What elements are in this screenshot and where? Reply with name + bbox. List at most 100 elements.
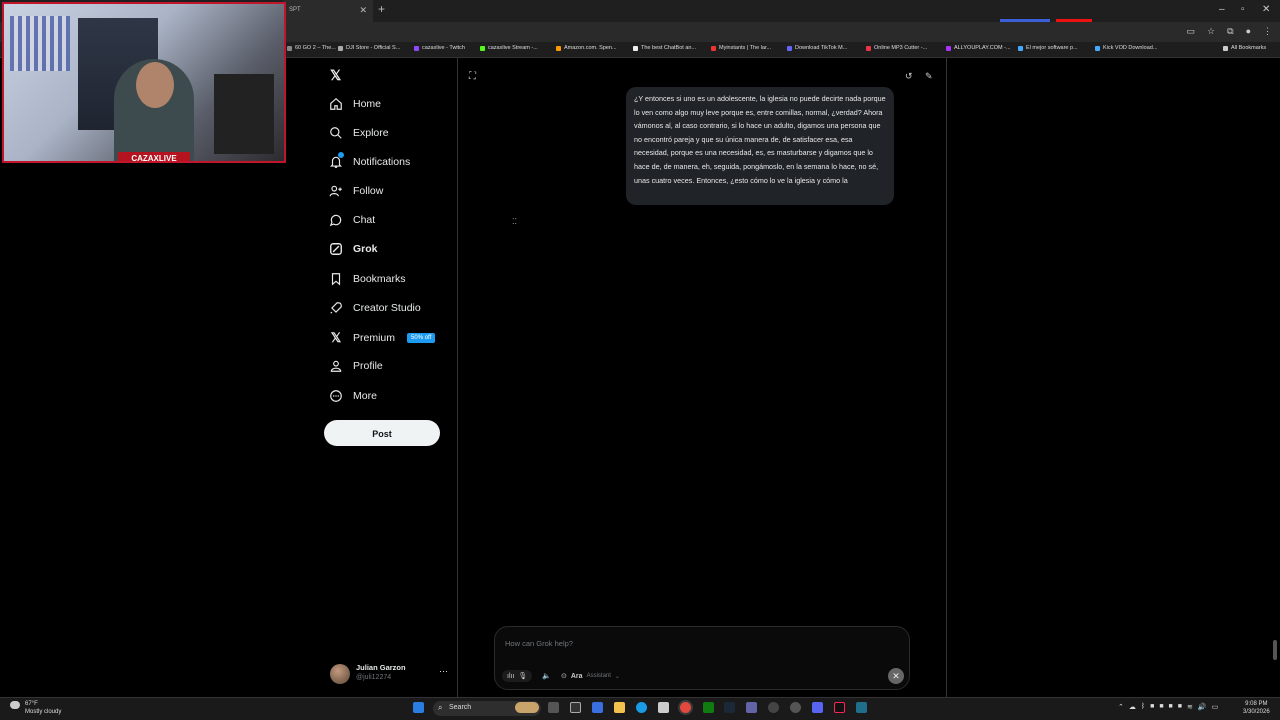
minimize-icon[interactable]: – — [1219, 4, 1225, 15]
nav-follow[interactable]: Follow — [329, 184, 383, 198]
nav-more[interactable]: More — [329, 389, 377, 403]
close-icon[interactable]: ✕ — [888, 668, 904, 684]
tray-app4-icon[interactable]: ■ — [1178, 703, 1182, 711]
bookmark-item[interactable]: Myinstants | The lar... — [711, 45, 771, 51]
tiktok-icon[interactable] — [834, 702, 845, 713]
microphone-icon: 🎙 — [518, 673, 528, 680]
cloud-icon — [10, 701, 20, 709]
volume-icon[interactable]: 🔊 — [1198, 703, 1207, 711]
cloud-sync-icon[interactable]: ☁ — [1129, 703, 1136, 711]
speaker-icon[interactable]: 🔈 — [542, 672, 551, 680]
all-bookmarks[interactable]: All Bookmarks — [1223, 45, 1266, 51]
expand-icon[interactable]: ⛶ — [469, 71, 476, 82]
nav-chat[interactable]: Chat — [329, 213, 375, 227]
extensions-icon[interactable]: ⧉ — [1227, 26, 1233, 37]
post-button[interactable]: Post — [324, 420, 440, 446]
nav-profile[interactable]: Profile — [329, 359, 383, 373]
x-logo-icon[interactable]: 𝕏 — [330, 67, 341, 84]
bookmark-item[interactable]: cazaxlive Stream -... — [480, 45, 538, 51]
nav-bookmarks[interactable]: Bookmarks — [329, 272, 406, 286]
bookmark-label: DJI Store - Official S... — [346, 45, 401, 51]
nav-explore[interactable]: Explore — [329, 126, 389, 140]
install-icon[interactable]: ▭ — [1187, 26, 1196, 37]
bookmark-item[interactable]: 60 GO 2 – The... — [287, 45, 336, 51]
nav-bookmarks-label: Bookmarks — [353, 273, 406, 285]
bookmark-label: Myinstants | The lar... — [719, 45, 772, 51]
menu-icon[interactable]: ⋮ — [1263, 26, 1272, 37]
xbox-icon[interactable] — [703, 702, 714, 713]
clock[interactable]: 9:08 PM 3/30/2026 — [1243, 700, 1270, 716]
app-icon[interactable] — [592, 702, 603, 713]
discord-icon[interactable] — [812, 702, 823, 713]
voice-selector[interactable]: ⊙ Ara Assistant ⌄ — [561, 672, 620, 681]
streamer-name: CAZAXLIVE — [118, 152, 190, 161]
close-window-icon[interactable]: ✕ — [1262, 4, 1270, 15]
composer-toolbar: ılıı 🎙 🔈 ⊙ Ara Assistant ⌄ — [502, 670, 620, 682]
nav-notifications[interactable]: Notifications — [329, 152, 411, 169]
streamer-head — [136, 62, 174, 108]
star-icon[interactable]: ☆ — [1207, 26, 1215, 37]
profile-icon[interactable]: ● — [1246, 26, 1251, 37]
obs-icon[interactable] — [570, 702, 581, 713]
nav-premium[interactable]: 𝕏 Premium 50% off — [329, 330, 436, 346]
bookmark-icon — [331, 273, 341, 286]
tray-app-icon[interactable]: ■ — [1150, 703, 1154, 711]
new-chat-icon[interactable]: ✎ — [925, 71, 933, 82]
bookmark-item[interactable]: Online MP3 Cutter -... — [866, 45, 927, 51]
bookmark-item[interactable]: Kick VOD Download... — [1095, 45, 1157, 51]
windows-start-icon[interactable] — [413, 702, 424, 713]
chatgpt-icon[interactable] — [768, 702, 779, 713]
terminal-icon[interactable] — [856, 702, 867, 713]
nav-grok[interactable]: Grok — [329, 242, 378, 256]
nav-creator-studio[interactable]: Creator Studio — [329, 301, 421, 315]
scrollbar[interactable] — [1273, 640, 1277, 660]
edge-icon[interactable] — [636, 702, 647, 713]
bookmark-label: El mejor software p... — [1026, 45, 1078, 51]
favicon-icon — [1018, 45, 1023, 51]
account-switcher[interactable]: Julian Garzon @juli12274 ⋯ — [330, 662, 452, 686]
premium-discount-badge: 50% off — [407, 333, 436, 343]
bluetooth-icon[interactable]: ᛒ — [1141, 703, 1145, 711]
voice-mode-button[interactable]: ılıı 🎙 — [502, 670, 533, 682]
weather-widget[interactable]: 67°F Mostly cloudy — [10, 700, 61, 716]
store-icon[interactable] — [658, 702, 669, 713]
steam-icon[interactable] — [724, 702, 735, 713]
bookmark-item[interactable]: Amazon.com. Spen... — [556, 45, 617, 51]
nav-home-label: Home — [353, 98, 382, 110]
new-tab-icon[interactable]: + — [378, 2, 385, 16]
toolbar-icons: ▭ ☆ ⧉ ● ⋮ — [1187, 26, 1272, 37]
bookmark-item[interactable]: ALLYOUPLAY.COM -... — [946, 45, 1011, 51]
chrome-icon[interactable] — [680, 702, 691, 713]
home-icon — [330, 97, 342, 110]
nav-notifications-label: Notifications — [353, 156, 411, 168]
close-tab-icon[interactable]: ✕ — [359, 5, 367, 16]
nav-home[interactable]: Home — [329, 97, 381, 111]
bookmark-item[interactable]: The best ChatBot an... — [633, 45, 696, 51]
app2-icon[interactable] — [790, 702, 801, 713]
history-icon[interactable]: ↺ — [905, 71, 913, 82]
tray-app3-icon[interactable]: ■ — [1169, 703, 1173, 711]
column-divider — [457, 58, 458, 698]
task-view-icon[interactable] — [548, 702, 559, 713]
file-explorer-icon[interactable] — [614, 702, 625, 713]
favicon-icon — [633, 45, 638, 51]
teams-icon[interactable] — [746, 702, 757, 713]
wifi-icon[interactable]: ≋ — [1187, 703, 1193, 711]
chevron-up-icon[interactable]: ⌃ — [1118, 703, 1124, 711]
grok-prompt-input[interactable] — [503, 635, 883, 651]
more-dots-icon[interactable]: ⋯ — [439, 666, 448, 677]
bookmark-item[interactable]: El mejor software p... — [1018, 45, 1078, 51]
bookmark-label: ALLYOUPLAY.COM -... — [954, 45, 1011, 51]
bookmark-item[interactable]: Download TikTok M... — [787, 45, 847, 51]
more-circle-icon — [330, 390, 342, 402]
folder-icon — [1223, 45, 1228, 51]
bookmark-item[interactable]: DJI Store - Official S... — [338, 45, 400, 51]
tray-app2-icon[interactable]: ■ — [1159, 703, 1163, 711]
restore-icon[interactable]: ▫ — [1241, 4, 1245, 15]
favicon-icon — [287, 45, 292, 51]
bookmark-label: 60 GO 2 – The... — [295, 45, 336, 51]
browser-tab[interactable]: SPT ✕ — [283, 0, 373, 22]
battery-icon[interactable]: ▭ — [1212, 703, 1219, 711]
search-icon: ⌕ — [438, 703, 443, 712]
bookmark-item[interactable]: cazaxlive - Twitch — [414, 45, 465, 51]
